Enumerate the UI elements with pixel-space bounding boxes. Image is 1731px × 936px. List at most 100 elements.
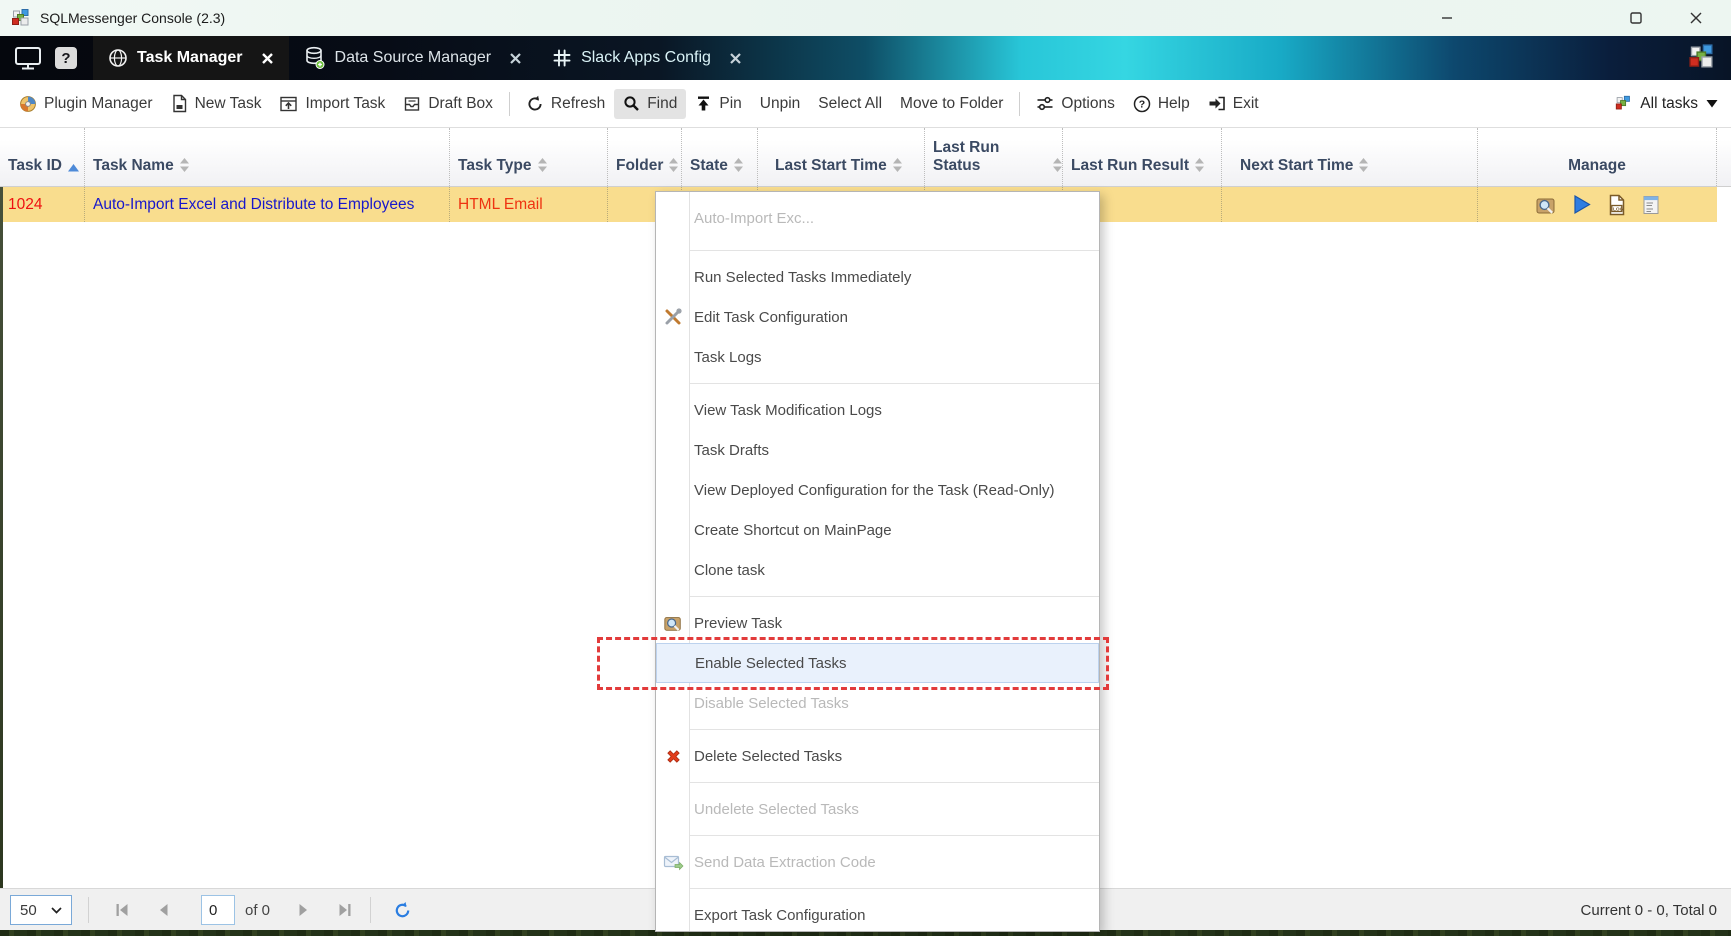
menu-item-preview-task[interactable]: Preview Task bbox=[656, 603, 1099, 643]
sliders-icon bbox=[1036, 95, 1054, 112]
import-task-button[interactable]: Import Task bbox=[270, 89, 394, 119]
toolbar-label: Unpin bbox=[760, 95, 801, 113]
menu-item-view-task-modification-logs[interactable]: View Task Modification Logs bbox=[656, 390, 1099, 430]
run-task-icon[interactable] bbox=[1571, 194, 1592, 215]
help-button[interactable]: ? Help bbox=[1124, 89, 1199, 119]
refresh-icon bbox=[526, 95, 544, 113]
move-to-folder-button[interactable]: Move to Folder bbox=[891, 89, 1012, 119]
context-menu: Auto-Import Exc... Run Selected Tasks Im… bbox=[655, 191, 1100, 932]
menu-item-clone-task[interactable]: Clone task bbox=[656, 550, 1099, 590]
menu-item-delete-selected-tasks[interactable]: Delete Selected Tasks bbox=[656, 736, 1099, 776]
toolbar-label: Move to Folder bbox=[900, 95, 1003, 113]
refresh-button[interactable]: Refresh bbox=[517, 89, 614, 119]
next-page-button[interactable] bbox=[294, 901, 312, 919]
options-button[interactable]: Options bbox=[1027, 89, 1123, 119]
column-header-task-type[interactable]: Task Type bbox=[450, 128, 608, 186]
slack-grid-icon bbox=[552, 48, 572, 68]
refresh-grid-button[interactable] bbox=[393, 901, 412, 920]
toolbar-label: Exit bbox=[1233, 95, 1259, 113]
draft-box-icon bbox=[403, 95, 421, 113]
menu-item-disable-selected-tasks: Disable Selected Tasks bbox=[656, 683, 1099, 723]
help-icon[interactable]: ? bbox=[55, 47, 77, 69]
tab-task-manager[interactable]: Task Manager bbox=[93, 36, 289, 80]
all-tasks-filter[interactable]: All tasks bbox=[1615, 95, 1718, 113]
tab-slack-apps-config[interactable]: Slack Apps Config bbox=[537, 36, 757, 80]
pin-icon bbox=[695, 95, 712, 112]
prev-page-button[interactable] bbox=[155, 901, 173, 919]
column-header-last-run-status[interactable]: Last Run Status bbox=[925, 128, 1063, 186]
plugin-manager-button[interactable]: Plugin Manager bbox=[10, 89, 162, 119]
task-log-icon[interactable]: LOG bbox=[1606, 194, 1627, 216]
page-number-input[interactable] bbox=[201, 895, 235, 925]
first-page-button[interactable] bbox=[113, 901, 131, 919]
close-tab-icon[interactable] bbox=[509, 52, 522, 65]
menu-item-enable-selected-tasks[interactable]: Enable Selected Tasks bbox=[656, 643, 1099, 683]
menu-item-export-task-configuration[interactable]: Export Task Configuration bbox=[656, 895, 1099, 932]
toolbar-label: Refresh bbox=[551, 95, 605, 113]
column-header-task-id[interactable]: Task ID bbox=[0, 128, 85, 186]
toolbar-label: Pin bbox=[719, 95, 741, 113]
menu-item-view-deployed-configuration[interactable]: View Deployed Configuration for the Task… bbox=[656, 470, 1099, 510]
caret-down-icon bbox=[1706, 99, 1718, 108]
chevron-down-icon bbox=[51, 907, 62, 914]
pin-button[interactable]: Pin bbox=[686, 89, 750, 119]
page-size-value: 50 bbox=[20, 902, 37, 919]
sort-both-icon bbox=[1053, 158, 1062, 172]
exit-icon bbox=[1208, 95, 1226, 112]
svg-text:LOG: LOG bbox=[1613, 206, 1624, 212]
task-details-icon[interactable] bbox=[1641, 194, 1661, 216]
close-button[interactable] bbox=[1673, 0, 1719, 36]
draft-box-button[interactable]: Draft Box bbox=[394, 89, 502, 119]
toolbar: Plugin Manager New Task Imp bbox=[0, 80, 1731, 128]
menu-item-task-drafts[interactable]: Task Drafts bbox=[656, 430, 1099, 470]
last-page-button[interactable] bbox=[336, 901, 354, 919]
unpin-button[interactable]: Unpin bbox=[751, 89, 810, 119]
header-filler bbox=[1717, 128, 1731, 186]
maximize-button[interactable] bbox=[1613, 0, 1659, 36]
toolbar-label: Draft Box bbox=[428, 95, 493, 113]
find-button[interactable]: Find bbox=[614, 89, 686, 119]
app-logo-icon bbox=[11, 8, 31, 28]
monitor-icon[interactable] bbox=[14, 45, 42, 71]
new-task-button[interactable]: New Task bbox=[162, 88, 271, 119]
window-title: SQLMessenger Console (2.3) bbox=[40, 10, 225, 26]
column-header-last-start-time[interactable]: Last Start Time bbox=[758, 128, 925, 186]
column-header-state[interactable]: State bbox=[682, 128, 758, 186]
column-header-task-name[interactable]: Task Name bbox=[85, 128, 450, 186]
tab-data-source-manager[interactable]: Data Source Manager bbox=[289, 36, 538, 80]
tab-label: Task Manager bbox=[137, 49, 243, 67]
tab-bar: ? Task Manager bbox=[0, 36, 1731, 80]
import-task-icon bbox=[279, 95, 298, 113]
tasks-logo-icon bbox=[1615, 95, 1632, 112]
sort-both-icon bbox=[669, 158, 678, 172]
page-size-select[interactable]: 50 bbox=[10, 895, 72, 925]
menu-item-edit-task-configuration[interactable]: Edit Task Configuration bbox=[656, 297, 1099, 337]
toolbar-separator bbox=[509, 92, 510, 116]
delete-x-icon bbox=[661, 744, 685, 768]
context-menu-title: Auto-Import Exc... bbox=[656, 192, 1099, 244]
cell-task-type: HTML Email bbox=[450, 187, 608, 222]
sort-both-icon bbox=[734, 158, 743, 172]
menu-item-run-selected-tasks[interactable]: Run Selected Tasks Immediately bbox=[656, 257, 1099, 297]
svg-text:?: ? bbox=[1139, 98, 1145, 110]
menu-separator bbox=[689, 596, 1099, 597]
preview-task-icon[interactable] bbox=[1535, 194, 1557, 216]
close-tab-icon[interactable] bbox=[729, 52, 742, 65]
menu-item-create-shortcut[interactable]: Create Shortcut on MainPage bbox=[656, 510, 1099, 550]
column-header-last-run-result[interactable]: Last Run Result bbox=[1063, 128, 1222, 186]
menu-separator bbox=[689, 835, 1099, 836]
database-icon bbox=[304, 46, 326, 70]
exit-button[interactable]: Exit bbox=[1199, 89, 1268, 119]
select-all-button[interactable]: Select All bbox=[809, 89, 891, 119]
app-window: SQLMessenger Console (2.3) ? bbox=[0, 0, 1731, 936]
column-header-folder[interactable]: Folder bbox=[608, 128, 682, 186]
cell-task-name-link[interactable]: Auto-Import Excel and Distribute to Empl… bbox=[85, 187, 450, 222]
sqlmessenger-logo-icon bbox=[1688, 43, 1716, 71]
menu-separator bbox=[689, 782, 1099, 783]
close-tab-icon[interactable] bbox=[261, 52, 274, 65]
tab-label: Slack Apps Config bbox=[581, 49, 711, 67]
column-header-next-start-time[interactable]: Next Start Time bbox=[1222, 128, 1478, 186]
minimize-button[interactable] bbox=[1424, 0, 1470, 36]
sort-asc-icon bbox=[68, 164, 79, 172]
menu-item-task-logs[interactable]: Task Logs bbox=[656, 337, 1099, 377]
